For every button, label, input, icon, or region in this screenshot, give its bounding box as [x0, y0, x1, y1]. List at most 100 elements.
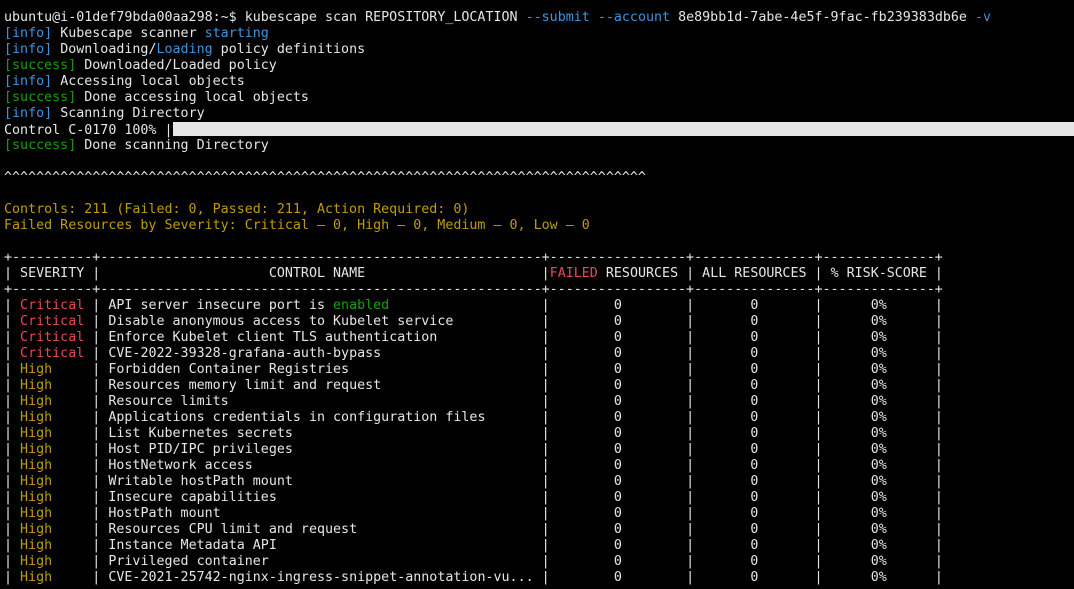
risk-score-value: 0%: [822, 442, 935, 457]
table-row: | High | HostNetwork access | 0 | 0 | 0%…: [4, 458, 943, 473]
log-tag-info: [info]: [4, 26, 53, 41]
log-text: Downloading/: [60, 42, 157, 57]
control-name: enabled: [333, 298, 390, 313]
risk-score-value: 0%: [822, 378, 935, 393]
failed-resources-value: 0: [549, 442, 687, 457]
terminal-window[interactable]: ubuntu@i-01def79bda00aa298:~$ kubescape …: [0, 0, 1074, 589]
failed-resources-value: 0: [549, 346, 687, 361]
risk-score-value: 0%: [822, 346, 935, 361]
command-prompt-line: ubuntu@i-01def79bda00aa298:~$ kubescape …: [4, 10, 1074, 26]
severity-badge: Critical: [12, 298, 93, 313]
severity-badge: High: [12, 362, 93, 377]
control-name: CVE-2021-25742-nginx-ingress-snippet-ann…: [108, 570, 534, 585]
table-row: | High | CVE-2021-25742-nginx-ingress-sn…: [4, 570, 943, 585]
all-resources-value: 0: [694, 442, 815, 457]
all-resources-value: 0: [694, 538, 815, 553]
failed-resources-value: 0: [549, 458, 687, 473]
all-resources-value: 0: [694, 426, 815, 441]
risk-score-value: 0%: [822, 506, 935, 521]
table-row: | High | HostPath mount | 0 | 0 | 0% |: [4, 506, 943, 521]
log-text: Accessing local objects: [60, 74, 245, 89]
log-text: Downloaded/Loaded policy: [84, 58, 277, 73]
table-row: | High | Insecure capabilities | 0 | 0 |…: [4, 490, 943, 505]
table-row: | High | Applications credentials in con…: [4, 410, 943, 425]
table-row: | High | Privileged container | 0 | 0 | …: [4, 554, 943, 569]
log-line: [success] Downloaded/Loaded policy: [4, 58, 1074, 74]
risk-score-value: 0%: [822, 458, 935, 473]
failed-resources-summary: Failed Resources by Severity: Critical —…: [4, 218, 590, 233]
severity-badge: High: [12, 538, 93, 553]
severity-badge: Critical: [12, 314, 93, 329]
log-tag-info: [info]: [4, 74, 53, 89]
prompt-user-host: ubuntu@i-01def79bda00aa298:~$: [4, 10, 237, 25]
severity-badge: High: [12, 474, 93, 489]
table-row: | Critical | Enforce Kubelet client TLS …: [4, 330, 943, 345]
severity-badge: High: [12, 410, 93, 425]
failed-resources-value: 0: [549, 554, 687, 569]
log-text: Loading: [156, 42, 213, 57]
failed-resources-value: 0: [549, 298, 687, 313]
table-row: | High | Resources memory limit and requ…: [4, 378, 943, 393]
failed-resources-value: 0: [549, 506, 687, 521]
table-row: | High | List Kubernetes secrets | 0 | 0…: [4, 426, 943, 441]
table-row: | High | Instance Metadata API | 0 | 0 |…: [4, 538, 943, 553]
risk-score-value: 0%: [822, 426, 935, 441]
header-failed: FAILED: [549, 266, 598, 281]
risk-score-value: 0%: [822, 554, 935, 569]
control-name: Insecure capabilities: [108, 490, 277, 505]
control-name: Forbidden Container Registries: [108, 362, 350, 377]
progress-line: Control C-0170 100% |: [4, 122, 1074, 138]
log-line: [info] Downloading/Loading policy defini…: [4, 42, 1074, 58]
control-name: Enforce Kubelet client TLS authenticatio…: [108, 330, 438, 345]
severity-badge: Critical: [12, 346, 93, 361]
control-name: Resources memory limit and request: [108, 378, 382, 393]
failed-resources-value: 0: [549, 570, 687, 585]
failed-resources-value: 0: [549, 538, 687, 553]
all-resources-value: 0: [694, 458, 815, 473]
command-text: kubescape scan REPOSITORY_LOCATION: [244, 10, 518, 25]
risk-score-value: 0%: [822, 522, 935, 537]
separator-line: ^^^^^^^^^^^^^^^^^^^^^^^^^^^^^^^^^^^^^^^^…: [4, 170, 646, 185]
severity-badge: Critical: [12, 330, 93, 345]
risk-score-value: 0%: [822, 570, 935, 585]
log-tag-success: [success]: [4, 90, 77, 105]
table-row: | High | Resource limits | 0 | 0 | 0% |: [4, 394, 943, 409]
all-resources-value: 0: [694, 362, 815, 377]
severity-badge: High: [12, 554, 93, 569]
failed-resources-value: 0: [549, 362, 687, 377]
log-tag-info: [info]: [4, 42, 53, 57]
log-line: [info] Scanning Directory: [4, 106, 1074, 122]
severity-badge: High: [12, 442, 93, 457]
header-control-name: CONTROL NAME: [100, 266, 542, 281]
progress-bar: [172, 122, 1074, 136]
all-resources-value: 0: [694, 330, 815, 345]
all-resources-value: 0: [694, 506, 815, 521]
severity-badge: High: [12, 570, 93, 585]
risk-score-value: 0%: [822, 298, 935, 313]
severity-badge: High: [12, 506, 93, 521]
failed-resources-value: 0: [549, 314, 687, 329]
risk-score-value: 0%: [822, 410, 935, 425]
header-severity: SEVERITY: [12, 266, 93, 281]
all-resources-value: 0: [694, 554, 815, 569]
risk-score-value: 0%: [822, 362, 935, 377]
log-text: policy definitions: [212, 42, 366, 57]
header-resources: RESOURCES: [605, 266, 679, 281]
log-text: Done accessing local objects: [84, 90, 309, 105]
all-resources-value: 0: [694, 314, 815, 329]
severity-badge: High: [12, 522, 93, 537]
control-name: Disable anonymous access to Kubelet serv…: [108, 314, 454, 329]
control-name: HostNetwork access: [108, 458, 253, 473]
risk-score-value: 0%: [822, 330, 935, 345]
log-tag-success: [success]: [4, 138, 77, 153]
failed-resources-value: 0: [549, 490, 687, 505]
account-flag: --account: [597, 10, 671, 25]
control-name: Writable hostPath mount: [108, 474, 293, 489]
table-body: | Critical | API server insecure port is…: [4, 298, 1074, 586]
control-name: Resource limits: [108, 394, 229, 409]
risk-score-value: 0%: [822, 538, 935, 553]
table-border-top: +----------+----------------------------…: [4, 250, 943, 265]
log-tag-info: [info]: [4, 106, 53, 121]
all-resources-value: 0: [694, 490, 815, 505]
